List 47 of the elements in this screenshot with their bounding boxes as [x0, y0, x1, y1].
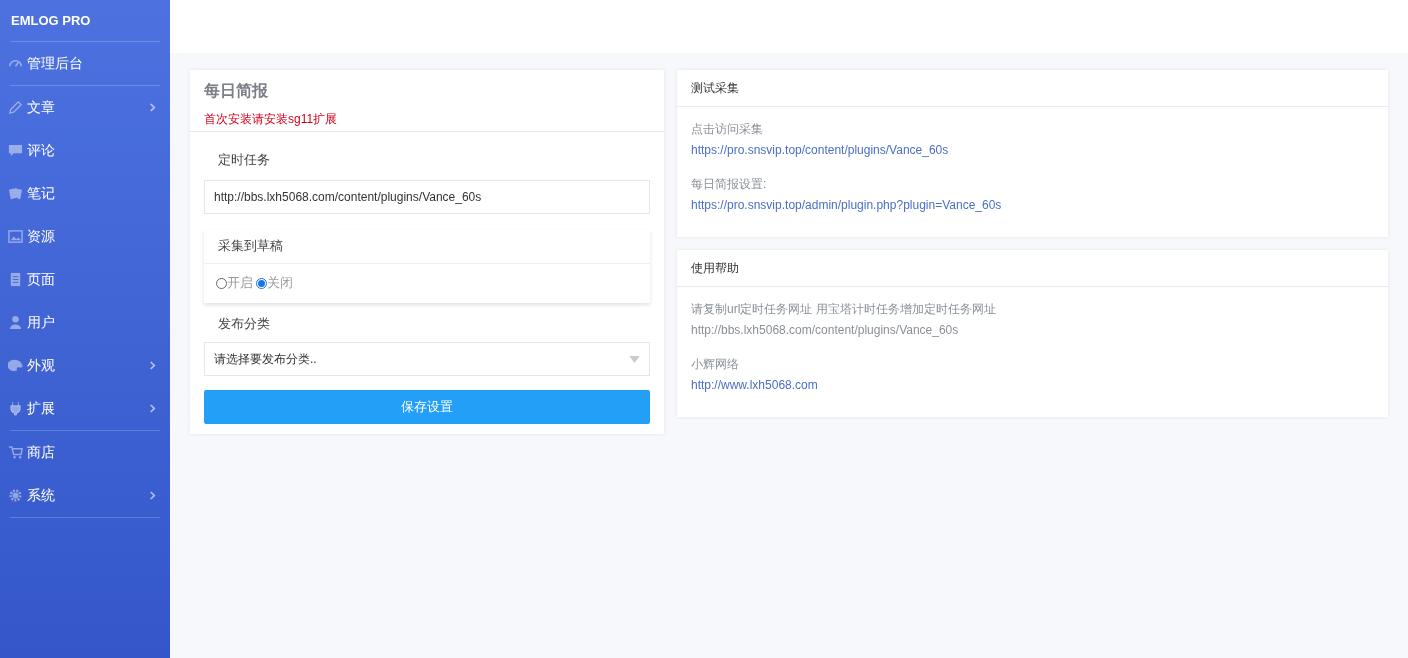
- sidebar-item[interactable]: 笔记: [8, 172, 162, 215]
- sidebar-item[interactable]: 系统: [8, 474, 162, 517]
- category-select[interactable]: 请选择要发布分类..: [204, 342, 650, 376]
- plug-icon: [8, 401, 23, 416]
- radio-option[interactable]: 开启: [216, 273, 253, 293]
- caret-down-icon: [629, 355, 640, 363]
- sidebar-item[interactable]: 外观: [8, 344, 162, 387]
- chevron-right-icon: [149, 103, 156, 112]
- image-icon: [8, 229, 23, 244]
- url-link[interactable]: https://pro.snsvip.top/admin/plugin.php?plugin=Vance_60s: [691, 195, 1374, 216]
- sidebar-item[interactable]: 商店: [8, 431, 162, 474]
- sidebar-item[interactable]: 文章: [8, 86, 162, 129]
- brand-logo: EMLOG PRO: [10, 11, 92, 30]
- url-text: http://bbs.lxh5068.com/content/plugins/Vance_60s: [691, 322, 960, 339]
- notice-text: 首次安装请安装sg11扩展: [204, 111, 339, 128]
- cart-icon: [8, 445, 23, 460]
- description-text: 小辉网络: [691, 356, 740, 373]
- description-text: 每日简报设置:: [691, 176, 768, 193]
- sidebar-item[interactable]: 管理后台: [8, 42, 162, 85]
- card-title: 使用帮助: [677, 250, 1388, 287]
- field-label: 定时任务: [217, 151, 271, 169]
- pencil-icon: [8, 100, 23, 115]
- chevron-right-icon: [149, 491, 156, 500]
- palette-icon: [8, 358, 23, 373]
- description-text: 请复制url定时任务网址 用宝塔计时任务增加定时任务网址: [691, 301, 997, 318]
- field-label: 发布分类: [217, 314, 271, 333]
- description-text: 点击访问采集: [691, 121, 764, 138]
- url-link[interactable]: http://www.lxh5068.com: [691, 375, 1374, 396]
- sidebar-item[interactable]: 页面: [8, 258, 162, 301]
- page-icon: [8, 272, 23, 287]
- settings-icon: [8, 488, 23, 503]
- chevron-right-icon: [149, 361, 156, 370]
- sidebar-item[interactable]: 评论: [8, 129, 162, 172]
- note-icon: [8, 186, 23, 201]
- sidebar-item[interactable]: 扩展: [8, 387, 162, 430]
- sidebar-item[interactable]: 用户: [8, 301, 162, 344]
- comment-icon: [8, 143, 23, 158]
- radio-option[interactable]: 关闭: [256, 273, 293, 293]
- save-button[interactable]: 保存设置: [204, 390, 650, 424]
- card-title: 测试采集: [677, 70, 1388, 107]
- field-label: 采集到草稿: [204, 229, 650, 264]
- url-link[interactable]: https://pro.snsvip.top/content/plugins/Vance_60s: [691, 140, 1374, 161]
- cron-url-field[interactable]: http://bbs.lxh5068.com/content/plugins/Vance_60s: [204, 179, 650, 214]
- user-icon: [8, 315, 23, 330]
- chevron-right-icon: [149, 404, 156, 413]
- sidebar-item[interactable]: 资源: [8, 215, 162, 258]
- card-title: 每日简报: [204, 81, 269, 101]
